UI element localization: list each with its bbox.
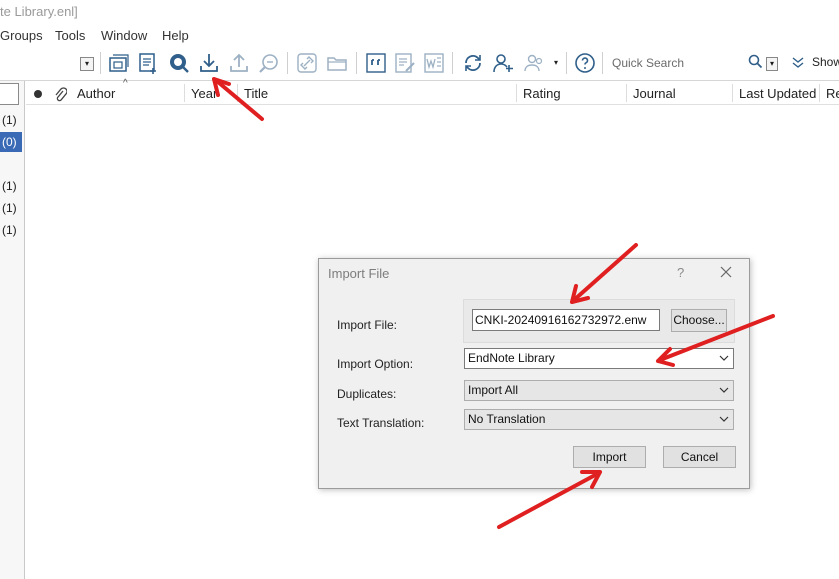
new-reference-icon[interactable] [137, 51, 161, 75]
column-separator[interactable] [184, 84, 185, 102]
column-last-updated[interactable]: Last Updated [739, 86, 816, 101]
group-count[interactable]: (1) [0, 110, 22, 130]
column-separator[interactable] [626, 84, 627, 102]
import-file-dialog: Import File ? Import File: CNKI-20240916… [318, 258, 750, 489]
sync-icon[interactable] [461, 51, 485, 75]
menu-window[interactable]: Window [101, 28, 147, 43]
toolbar-separator [602, 52, 603, 74]
groups-pane: (1) (0) (1) (1) (1) [0, 81, 25, 579]
user-group-dropdown[interactable]: ▾ [550, 57, 562, 69]
chevron-down-icon [719, 387, 729, 393]
open-folder-icon[interactable] [325, 51, 349, 75]
duplicates-select[interactable]: Import All [464, 380, 734, 401]
chevron-down-icon [719, 355, 729, 361]
help-icon[interactable] [573, 51, 597, 75]
column-rating[interactable]: Rating [523, 86, 561, 101]
column-year[interactable]: Year [191, 86, 217, 101]
toolbar-separator [100, 52, 101, 74]
show-label: Show [812, 55, 839, 69]
group-count[interactable]: (1) [0, 220, 22, 240]
duplicates-label: Duplicates: [337, 387, 397, 401]
read-status-icon[interactable] [33, 89, 43, 99]
title-bar: te Library.enl] [0, 0, 839, 24]
share-icon[interactable] [491, 51, 515, 75]
import-option-select[interactable]: EndNote Library [464, 348, 734, 369]
group-window-icon[interactable] [107, 51, 131, 75]
toolbar-separator [566, 52, 567, 74]
group-count[interactable]: (1) [0, 198, 22, 218]
attachment-icon[interactable] [53, 86, 67, 102]
sort-ascending-icon: ^ [123, 78, 128, 89]
toolbar-separator [287, 52, 288, 74]
menu-tools[interactable]: Tools [55, 28, 85, 43]
text-translation-value: No Translation [468, 412, 546, 426]
dialog-help-button[interactable]: ? [677, 265, 684, 280]
edit-citation-icon[interactable] [393, 51, 417, 75]
duplicates-value: Import All [468, 383, 519, 397]
column-separator[interactable] [819, 84, 820, 102]
column-author[interactable]: Author [77, 86, 115, 101]
dialog-title: Import File [328, 266, 390, 281]
insert-citation-icon[interactable] [364, 51, 388, 75]
import-file-field[interactable]: CNKI-20240916162732972.enw [472, 309, 660, 331]
show-panes-button[interactable]: Show [790, 51, 839, 75]
link-icon[interactable] [295, 51, 319, 75]
import-button[interactable]: Import [573, 446, 646, 468]
text-translation-select[interactable]: No Translation [464, 409, 734, 430]
toolbar-separator [356, 52, 357, 74]
cancel-button[interactable]: Cancel [663, 446, 736, 468]
column-separator[interactable] [732, 84, 733, 102]
import-option-value: EndNote Library [468, 351, 555, 365]
column-separator[interactable] [516, 84, 517, 102]
reference-list-header: Author ^ Year Title Rating Journal Last … [26, 78, 839, 105]
word-icon[interactable] [422, 51, 446, 75]
search-options-dropdown[interactable]: ▾ [766, 57, 778, 71]
double-chevron-down-icon [792, 57, 804, 68]
layout-dropdown[interactable]: ▾ [80, 57, 94, 71]
user-group-icon[interactable] [522, 51, 546, 75]
group-count[interactable]: (1) [0, 176, 22, 196]
column-journal[interactable]: Journal [633, 86, 676, 101]
column-title[interactable]: Title [244, 86, 268, 101]
column-reference-type[interactable]: Re [826, 86, 839, 101]
window-title: te Library.enl] [0, 4, 78, 19]
export-icon[interactable] [227, 51, 251, 75]
text-translation-label: Text Translation: [337, 416, 425, 430]
close-icon[interactable] [719, 265, 733, 279]
group-count-selected[interactable]: (0) [0, 132, 22, 152]
menu-groups[interactable]: Groups [0, 28, 43, 43]
import-file-label: Import File: [337, 318, 398, 332]
toolbar-separator [452, 52, 453, 74]
find-fulltext-icon[interactable] [257, 51, 281, 75]
search-icon[interactable] [747, 53, 765, 71]
menu-help[interactable]: Help [162, 28, 189, 43]
import-option-label: Import Option: [337, 357, 414, 371]
toolbar: ▾ ▾ Quick Search ▾ Show [0, 47, 839, 81]
online-search-icon[interactable] [167, 51, 191, 75]
column-separator[interactable] [237, 84, 238, 102]
import-icon[interactable] [197, 51, 221, 75]
groups-filter-box[interactable] [0, 83, 19, 105]
choose-button[interactable]: Choose... [671, 309, 727, 332]
chevron-down-icon [719, 416, 729, 422]
menu-bar: Groups Tools Window Help [0, 26, 839, 46]
